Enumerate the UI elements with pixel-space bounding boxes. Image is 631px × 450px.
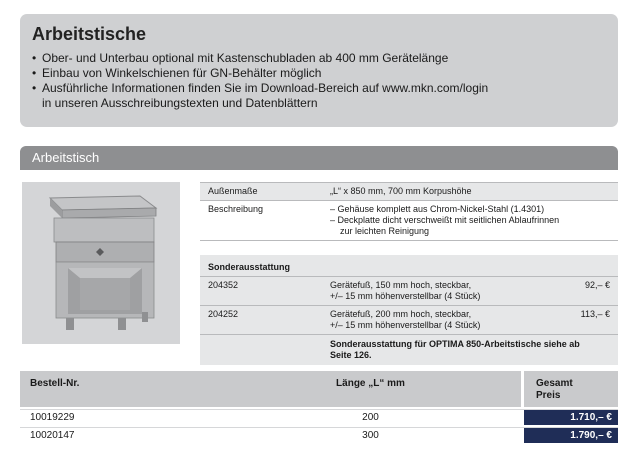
table-row: 10019229 200 1.710,– € — [20, 409, 618, 425]
order-table-header: Bestell-Nr. Länge „L“ mm Gesamt Preis — [20, 371, 618, 407]
section-title-bar: Arbeitstisch — [20, 146, 618, 170]
spec-value: – Gehäuse komplett aus Chrom-Nickel-Stah… — [330, 204, 560, 236]
length-value: 300 — [362, 430, 379, 441]
spec-row-dimensions: Außenmaße „L“ x 850 mm, 700 mm Korpushöh… — [200, 182, 618, 201]
order-table: Bestell-Nr. Länge „L“ mm Gesamt Preis 10… — [20, 371, 618, 443]
price-value: 1.790,– € — [524, 428, 618, 443]
spec-row-description: Beschreibung – Gehäuse komplett aus Chro… — [200, 201, 618, 241]
order-number: 10019229 — [30, 412, 75, 423]
option-row: 204352 Gerätefuß, 150 mm hoch, steckbar,… — [200, 277, 618, 306]
option-code: 204352 — [208, 280, 239, 290]
spec-table: Außenmaße „L“ x 850 mm, 700 mm Korpushöh… — [200, 182, 618, 365]
header-order-number: Bestell-Nr. — [20, 371, 220, 407]
order-rows: 10019229 200 1.710,– € 10020147 300 1.79… — [20, 409, 618, 443]
bullet-icon: • — [32, 66, 37, 80]
worktable-image — [22, 182, 180, 344]
info-box: Arbeitstische • Ober- und Unterbau option… — [20, 14, 618, 127]
header-total-price: Gesamt Preis — [524, 371, 618, 407]
bullet-icon: • — [32, 81, 37, 95]
bullet-item: • Ober- und Unterbau optional mit Kastens… — [32, 51, 449, 65]
worktable-illustration — [22, 182, 180, 344]
bullet-continuation: in unseren Ausschreibungstexten und Date… — [42, 96, 318, 110]
spec-key: Beschreibung — [208, 204, 264, 214]
bullet-item: • Einbau von Winkelschienen für GN-Behält… — [32, 66, 322, 80]
option-price: 92,– € — [584, 280, 610, 290]
price-value: 1.710,– € — [524, 410, 618, 425]
bullet-icon: • — [32, 51, 37, 65]
bullet-item: • Ausführliche Informationen finden Sie i… — [32, 81, 489, 95]
order-number: 10020147 — [30, 430, 75, 441]
options-note: Sonderausstattung für OPTIMA 850-Arbeits… — [200, 335, 618, 365]
spec-key: Außenmaße — [208, 186, 258, 196]
options-title: Sonderausstattung — [200, 255, 618, 277]
info-title: Arbeitstische — [32, 24, 147, 44]
info-bullet-list: • Ober- und Unterbau optional mit Kastens… — [32, 51, 606, 111]
spec-value: „L“ x 850 mm, 700 mm Korpushöhe — [330, 186, 472, 196]
header-length: Länge „L“ mm — [220, 371, 521, 407]
option-description: Gerätefuß, 150 mm hoch, steckbar, +/– 15… — [330, 280, 481, 301]
length-value: 200 — [362, 412, 379, 423]
table-row: 10020147 300 1.790,– € — [20, 427, 618, 443]
option-row: 204252 Gerätefuß, 200 mm hoch, steckbar,… — [200, 306, 618, 335]
option-price: 113,– € — [580, 309, 610, 319]
option-code: 204252 — [208, 309, 239, 319]
option-description: Gerätefuß, 200 mm hoch, steckbar, +/– 15… — [330, 309, 481, 330]
